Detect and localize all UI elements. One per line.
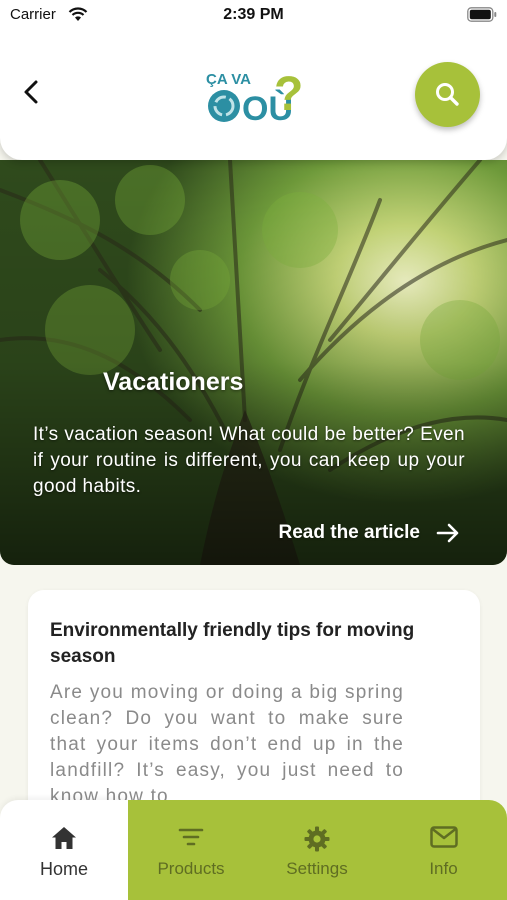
article-title: Environmentally friendly tips for moving… bbox=[50, 620, 415, 667]
hero-title: Vacationers bbox=[103, 368, 244, 396]
chevron-left-icon bbox=[24, 80, 38, 104]
filter-icon bbox=[178, 828, 204, 846]
mail-icon bbox=[429, 826, 458, 848]
featured-article-hero[interactable]: Vacationers It’s vacation season! What c… bbox=[0, 160, 507, 565]
nav-home[interactable]: Home bbox=[0, 800, 128, 900]
bottom-nav: Home Products Settings Info bbox=[0, 800, 507, 900]
nav-info-label: Info bbox=[429, 859, 458, 878]
app-logo: ÇA VA OÙ ? bbox=[206, 68, 303, 128]
read-article-label: Read the article bbox=[278, 522, 421, 543]
app-header: ÇA VA OÙ ? bbox=[0, 30, 507, 160]
hero-description: It’s vacation season! What could be bett… bbox=[33, 424, 465, 497]
search-button[interactable] bbox=[415, 62, 480, 127]
search-icon bbox=[436, 83, 459, 106]
nav-products-label: Products bbox=[157, 859, 225, 878]
status-bar: Carrier 2:39 PM bbox=[0, 0, 507, 30]
arrow-right-icon bbox=[436, 523, 459, 543]
gear-icon bbox=[304, 826, 330, 852]
nav-settings[interactable]: Settings bbox=[254, 800, 380, 900]
nav-products[interactable]: Products bbox=[128, 800, 254, 900]
nav-settings-label: Settings bbox=[286, 859, 348, 878]
home-icon bbox=[52, 827, 76, 849]
nav-info[interactable]: Info bbox=[380, 800, 507, 900]
read-article-link[interactable]: Read the article bbox=[279, 520, 461, 546]
forest-canopy-image bbox=[0, 160, 507, 565]
article-excerpt: Are you moving or doing a big spring cle… bbox=[50, 682, 404, 807]
battery-icon bbox=[467, 7, 497, 22]
status-time: 2:39 PM bbox=[223, 6, 284, 23]
nav-inactive-group: Products Settings Info bbox=[128, 800, 507, 900]
back-button[interactable] bbox=[14, 74, 50, 110]
logo-text-top: ÇA VA bbox=[206, 71, 251, 88]
nav-home-label: Home bbox=[39, 859, 88, 879]
logo-question-mark: ? bbox=[274, 68, 303, 121]
